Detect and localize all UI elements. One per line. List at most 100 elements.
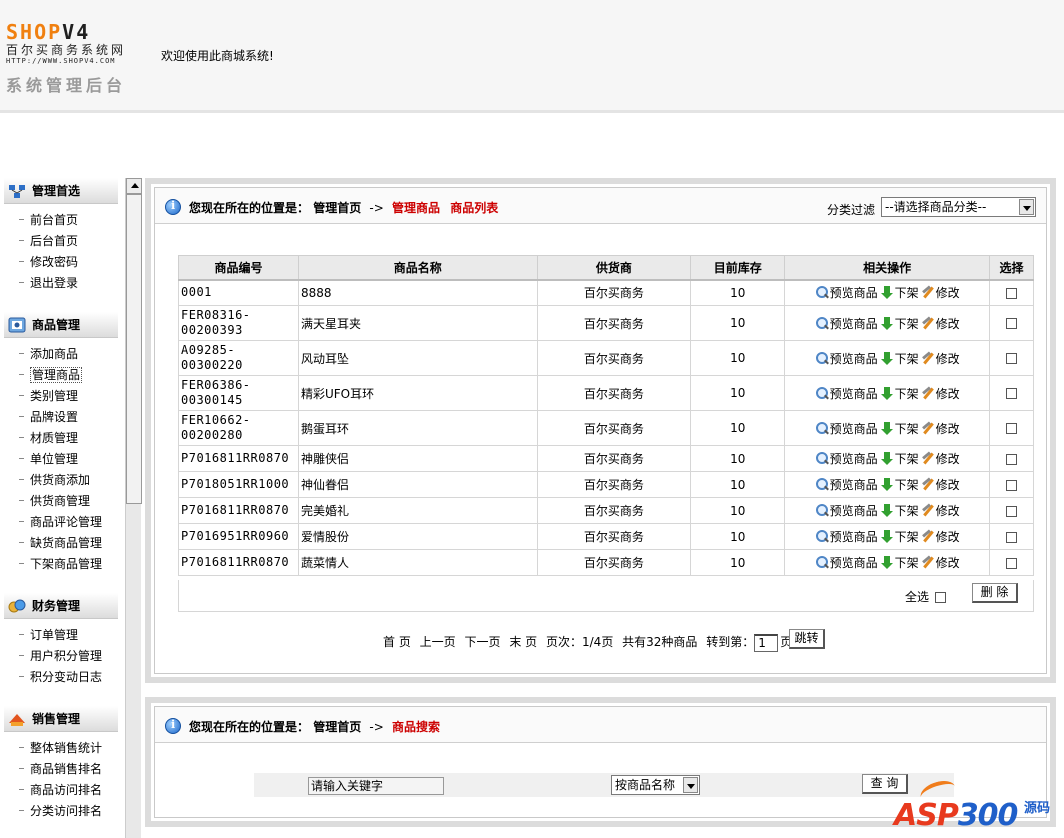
preview-link[interactable]: 预览商品: [815, 502, 878, 519]
unlist-link[interactable]: 下架: [880, 284, 919, 301]
preview-link[interactable]: 预览商品: [815, 350, 878, 367]
sidebar-item[interactable]: 管理商品: [0, 365, 124, 386]
unlist-link[interactable]: 下架: [880, 554, 919, 571]
preview-link[interactable]: 预览商品: [815, 528, 878, 545]
sidebar-item[interactable]: 整体销售统计: [0, 738, 124, 759]
sidebar-item[interactable]: 类别管理: [0, 386, 124, 407]
sidebar-item[interactable]: 品牌设置: [0, 407, 124, 428]
edit-link[interactable]: 修改: [921, 385, 960, 402]
breadcrumb-manage[interactable]: 管理商品: [392, 201, 440, 215]
sidebar: 管理首选前台首页 后台首页修改密码退出登录商品管理添加商品管理商品 类别管理 品牌设置…: [0, 178, 142, 838]
sidebar-item[interactable]: 添加商品: [0, 344, 124, 365]
sidebar-item[interactable]: 订单管理: [0, 625, 124, 646]
pager-last[interactable]: 末 页: [509, 635, 537, 649]
down-arrow-icon: [880, 386, 894, 400]
sidebar-group-header[interactable]: 管理首选: [4, 178, 118, 204]
sidebar-group-header[interactable]: 财务管理: [4, 593, 118, 619]
row-select: [989, 549, 1034, 576]
preview-link[interactable]: 预览商品: [815, 450, 878, 467]
preview-link[interactable]: 预览商品: [815, 476, 878, 493]
category-filter-select[interactable]: --请选择商品分类--: [881, 197, 1036, 217]
sidebar-scrollbar[interactable]: [125, 178, 142, 838]
preview-link[interactable]: 预览商品: [815, 385, 878, 402]
sidebar-item[interactable]: 材质管理: [0, 428, 124, 449]
preview-link[interactable]: 预览商品: [815, 420, 878, 437]
sidebar-item[interactable]: 商品销售排名: [0, 759, 124, 780]
keyword-input[interactable]: 请输入关键字: [308, 777, 444, 795]
bullet-icon: [19, 563, 24, 565]
preview-link[interactable]: 预览商品: [815, 315, 878, 332]
edit-link[interactable]: 修改: [921, 450, 960, 467]
row-checkbox[interactable]: [1006, 505, 1018, 517]
chevron-down-icon[interactable]: [1019, 199, 1034, 215]
unlist-link[interactable]: 下架: [880, 502, 919, 519]
sidebar-group-header[interactable]: 商品管理: [4, 312, 118, 338]
row-checkbox[interactable]: [1006, 453, 1018, 465]
sidebar-item[interactable]: 单位管理: [0, 449, 124, 470]
row-checkbox[interactable]: [1006, 557, 1018, 569]
preview-link[interactable]: 预览商品: [815, 284, 878, 301]
sidebar-item[interactable]: 积分变动日志: [0, 667, 124, 688]
jump-button[interactable]: 跳转: [789, 629, 825, 649]
logo-wordmark: SHOPV4: [6, 20, 91, 44]
row-checkbox[interactable]: [1006, 531, 1018, 543]
search-field-select[interactable]: 按商品名称: [611, 775, 700, 795]
edit-link[interactable]: 修改: [921, 284, 960, 301]
unlist-link[interactable]: 下架: [880, 315, 919, 332]
pager-next[interactable]: 下一页: [465, 635, 501, 649]
row-checkbox[interactable]: [1006, 423, 1018, 434]
preview-link[interactable]: 预览商品: [815, 554, 878, 571]
edit-link[interactable]: 修改: [921, 528, 960, 545]
unlist-link[interactable]: 下架: [880, 420, 919, 437]
row-checkbox[interactable]: [1006, 479, 1018, 491]
edit-link[interactable]: 修改: [921, 554, 960, 571]
page-number-input[interactable]: 1: [754, 633, 779, 652]
sidebar-item[interactable]: 供货商添加: [0, 470, 124, 491]
row-checkbox[interactable]: [1006, 353, 1018, 364]
edit-link[interactable]: 修改: [921, 476, 960, 493]
edit-link[interactable]: 修改: [921, 502, 960, 519]
sidebar-item-label: 修改密码: [30, 255, 79, 269]
bullet-icon: [19, 521, 24, 523]
select-all[interactable]: 全选: [905, 588, 947, 605]
watermark-logo: ASP300 源码: [890, 776, 1064, 838]
product-code: P7016811RR0870: [178, 549, 299, 576]
sidebar-item[interactable]: 分类访问排名: [0, 801, 124, 822]
sidebar-item[interactable]: 供货商管理: [0, 491, 124, 512]
breadcrumb-home[interactable]: 管理首页: [313, 201, 361, 215]
sidebar-item[interactable]: 修改密码: [0, 252, 124, 273]
row-checkbox[interactable]: [1006, 388, 1018, 399]
edit-link[interactable]: 修改: [921, 350, 960, 367]
unlist-link[interactable]: 下架: [880, 476, 919, 493]
sidebar-item[interactable]: 前台首页: [0, 210, 124, 231]
product-name: 精彩UFO耳环: [297, 375, 538, 411]
chevron-down-icon[interactable]: [683, 777, 698, 793]
sidebar-item[interactable]: 后台首页: [0, 231, 124, 252]
sidebar-item-label: 添加商品: [30, 347, 79, 361]
sidebar-item[interactable]: 商品访问排名: [0, 780, 124, 801]
sidebar-item[interactable]: 下架商品管理: [0, 554, 124, 575]
pager-prev[interactable]: 上一页: [420, 635, 456, 649]
select-all-checkbox[interactable]: [935, 592, 947, 603]
breadcrumb-home[interactable]: 管理首页: [313, 720, 361, 734]
sidebar-item[interactable]: 用户积分管理: [0, 646, 124, 667]
sidebar-item[interactable]: 缺货商品管理: [0, 533, 124, 554]
unlist-link[interactable]: 下架: [880, 385, 919, 402]
row-checkbox[interactable]: [1006, 287, 1018, 299]
sidebar-group-header[interactable]: 销售管理: [4, 706, 118, 732]
product-stock: 10: [690, 497, 786, 524]
row-checkbox[interactable]: [1006, 318, 1018, 329]
edit-link[interactable]: 修改: [921, 315, 960, 332]
sidebar-item[interactable]: 商品评论管理: [0, 512, 124, 533]
unlist-link[interactable]: 下架: [880, 450, 919, 467]
delete-button[interactable]: 删 除: [972, 583, 1018, 603]
unlist-link[interactable]: 下架: [880, 528, 919, 545]
sidebar-item[interactable]: 退出登录: [0, 273, 124, 294]
pager-first[interactable]: 首 页: [383, 635, 411, 649]
edit-tool-icon: [921, 317, 935, 330]
unlist-link[interactable]: 下架: [880, 350, 919, 367]
row-select: [989, 471, 1034, 498]
scroll-up-arrow-icon[interactable]: [126, 178, 142, 194]
edit-link[interactable]: 修改: [921, 420, 960, 437]
scrollbar-thumb[interactable]: [126, 194, 142, 504]
